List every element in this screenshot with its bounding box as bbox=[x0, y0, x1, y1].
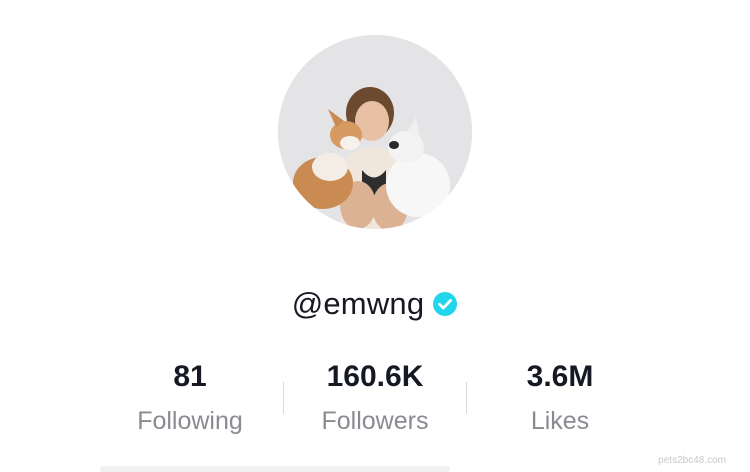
stat-label: Likes bbox=[530, 407, 590, 435]
stat-label: Followers bbox=[321, 407, 429, 435]
username-row: @emwng bbox=[0, 284, 750, 324]
avatar-photo bbox=[278, 35, 472, 229]
stat-value: 160.6K bbox=[326, 360, 424, 393]
username: @emwng bbox=[291, 286, 425, 321]
watermark: pets2bc48.com bbox=[658, 455, 726, 466]
profile-stats: 81 Following 160.6K Followers 3.6M Likes bbox=[100, 355, 650, 445]
stat-label: Following bbox=[137, 407, 243, 435]
verified-badge-icon bbox=[432, 291, 458, 317]
stat-followers[interactable]: 160.6K Followers bbox=[285, 355, 465, 443]
stat-divider bbox=[466, 382, 467, 414]
avatar[interactable] bbox=[278, 35, 472, 229]
stat-value: 81 bbox=[173, 360, 207, 393]
stat-divider bbox=[283, 382, 284, 414]
stat-following[interactable]: 81 Following bbox=[100, 355, 280, 443]
bottom-edge bbox=[100, 466, 450, 472]
stat-likes[interactable]: 3.6M Likes bbox=[470, 355, 650, 443]
profile-header: @emwng 81 Following 160.6K Followers 3.6… bbox=[0, 0, 750, 472]
stat-value: 3.6M bbox=[526, 360, 594, 393]
